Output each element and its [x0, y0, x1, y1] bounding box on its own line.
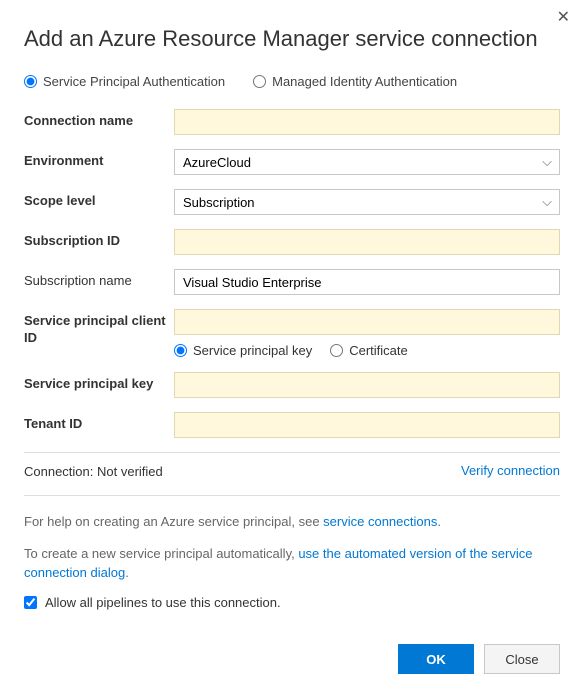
service-connections-link[interactable]: service connections	[323, 514, 437, 529]
cred-cert-option[interactable]: Certificate	[330, 343, 408, 358]
connection-name-label: Connection name	[24, 109, 174, 130]
subscription-id-label: Subscription ID	[24, 229, 174, 250]
verify-status: Connection: Not verified	[24, 463, 163, 481]
auth-mia-radio[interactable]	[253, 75, 266, 88]
auth-mia-option[interactable]: Managed Identity Authentication	[253, 74, 457, 89]
close-icon[interactable]: ✕	[557, 10, 570, 26]
help-text-1: For help on creating an Azure service pr…	[24, 512, 560, 532]
scope-level-select[interactable]: Subscription	[174, 189, 560, 215]
auth-mia-label: Managed Identity Authentication	[272, 74, 457, 89]
sp-client-id-label: Service principal client ID	[24, 309, 174, 347]
allow-pipelines-checkbox[interactable]	[24, 596, 37, 609]
dialog-title: Add an Azure Resource Manager service co…	[24, 26, 560, 52]
auth-type-radiogroup: Service Principal Authentication Managed…	[24, 74, 560, 89]
help-text-2: To create a new service principal automa…	[24, 544, 560, 583]
cred-key-label: Service principal key	[193, 343, 312, 358]
credential-type-radiogroup: Service principal key Certificate	[174, 343, 560, 358]
environment-label: Environment	[24, 149, 174, 170]
cred-key-radio[interactable]	[174, 344, 187, 357]
close-button[interactable]: Close	[484, 644, 560, 674]
cred-cert-label: Certificate	[349, 343, 408, 358]
auth-spa-label: Service Principal Authentication	[43, 74, 225, 89]
subscription-name-label: Subscription name	[24, 269, 174, 290]
verify-row: Connection: Not verified Verify connecti…	[24, 452, 560, 496]
auth-spa-option[interactable]: Service Principal Authentication	[24, 74, 225, 89]
auth-spa-radio[interactable]	[24, 75, 37, 88]
connection-name-input[interactable]	[174, 109, 560, 135]
scope-level-label: Scope level	[24, 189, 174, 210]
environment-select[interactable]: AzureCloud	[174, 149, 560, 175]
tenant-id-input[interactable]	[174, 412, 560, 438]
ok-button[interactable]: OK	[398, 644, 474, 674]
tenant-id-label: Tenant ID	[24, 412, 174, 433]
verify-connection-link[interactable]: Verify connection	[461, 463, 560, 478]
allow-pipelines-row: Allow all pipelines to use this connecti…	[24, 595, 560, 610]
subscription-name-input[interactable]	[174, 269, 560, 295]
allow-pipelines-label: Allow all pipelines to use this connecti…	[45, 595, 281, 610]
dialog-buttons: OK Close	[398, 644, 560, 674]
sp-client-id-input[interactable]	[174, 309, 560, 335]
cred-key-option[interactable]: Service principal key	[174, 343, 312, 358]
subscription-id-input[interactable]	[174, 229, 560, 255]
sp-key-label: Service principal key	[24, 372, 174, 393]
sp-key-input[interactable]	[174, 372, 560, 398]
cred-cert-radio[interactable]	[330, 344, 343, 357]
